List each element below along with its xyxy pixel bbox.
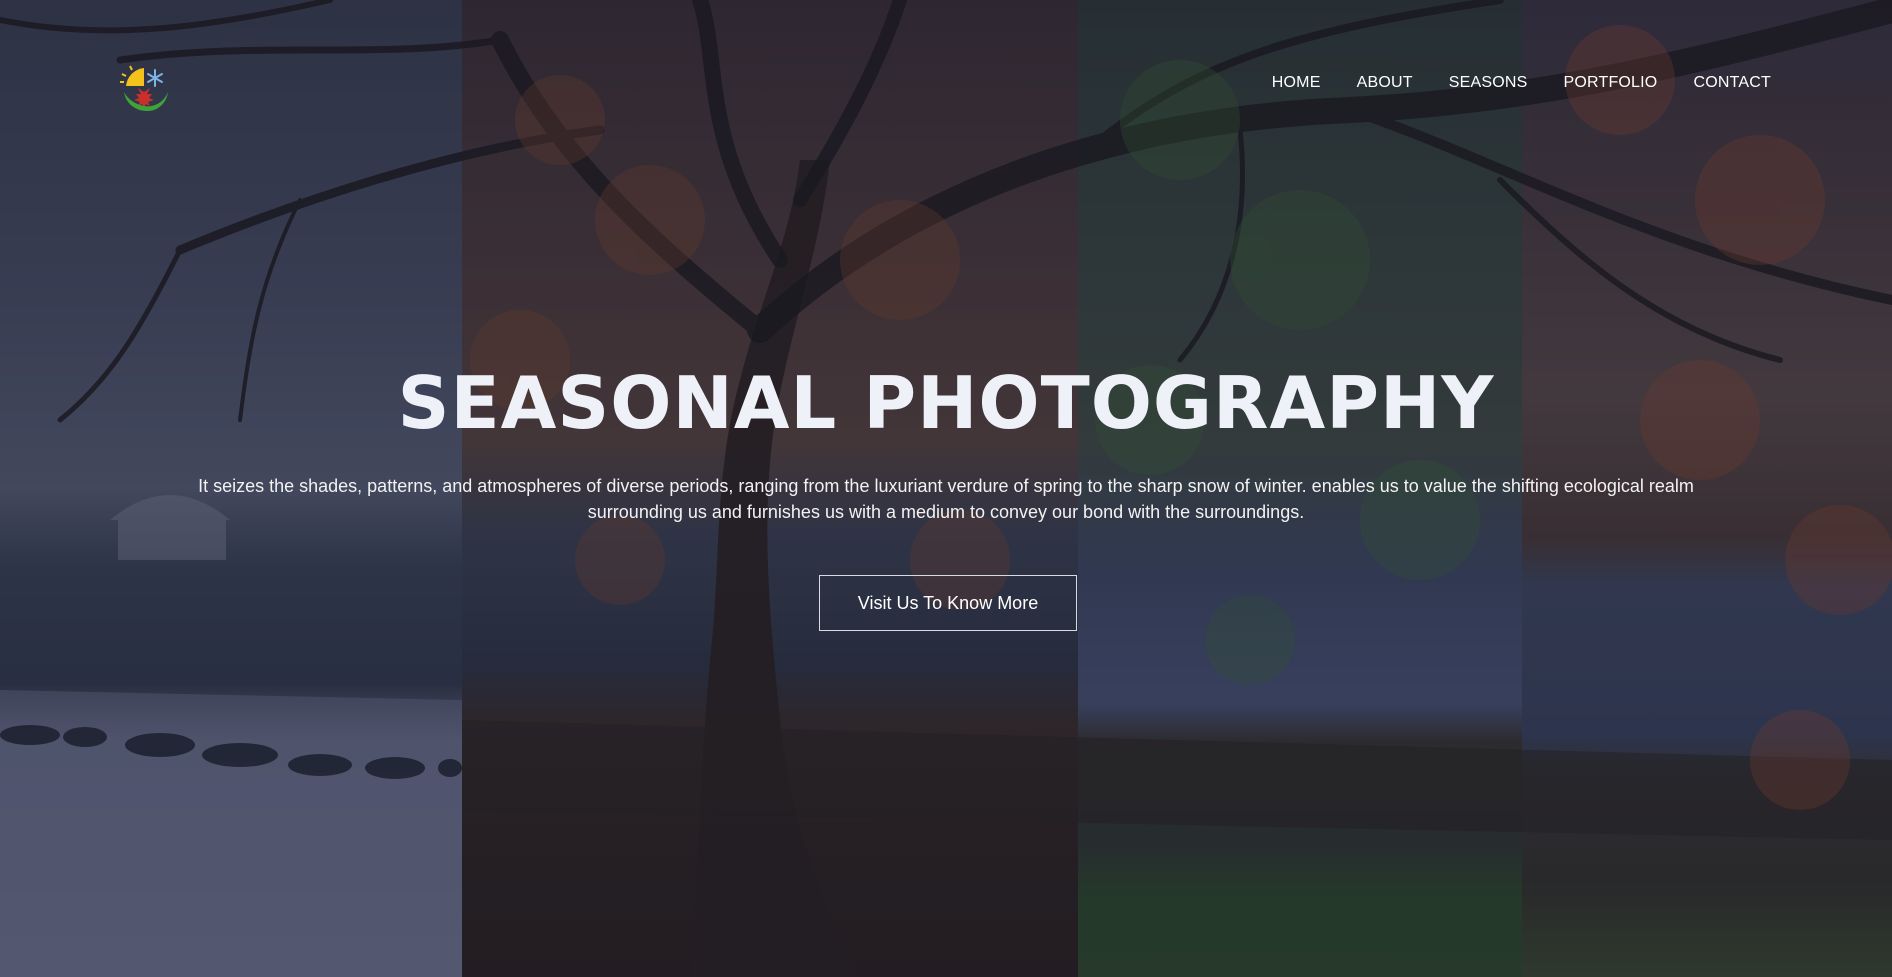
hero-section: HOME ABOUT SEASONS PORTFOLIO CONTACT SEA… [0, 0, 1892, 977]
hero-title: SEASONAL PHOTOGRAPHY [397, 361, 1495, 445]
nav-home[interactable]: HOME [1272, 74, 1321, 92]
logo[interactable] [120, 64, 170, 114]
main-nav: HOME ABOUT SEASONS PORTFOLIO CONTACT [1236, 74, 1771, 92]
sun-icon [120, 65, 144, 86]
nav-contact[interactable]: CONTACT [1693, 74, 1771, 92]
hero-description: It seizes the shades, patterns, and atmo… [198, 476, 1694, 522]
nav-seasons[interactable]: SEASONS [1449, 74, 1528, 92]
nav-portfolio[interactable]: PORTFOLIO [1563, 74, 1657, 92]
visit-us-button[interactable]: Visit Us To Know More [819, 575, 1077, 631]
nav-about[interactable]: ABOUT [1357, 74, 1413, 92]
snowflake-icon [147, 69, 163, 87]
